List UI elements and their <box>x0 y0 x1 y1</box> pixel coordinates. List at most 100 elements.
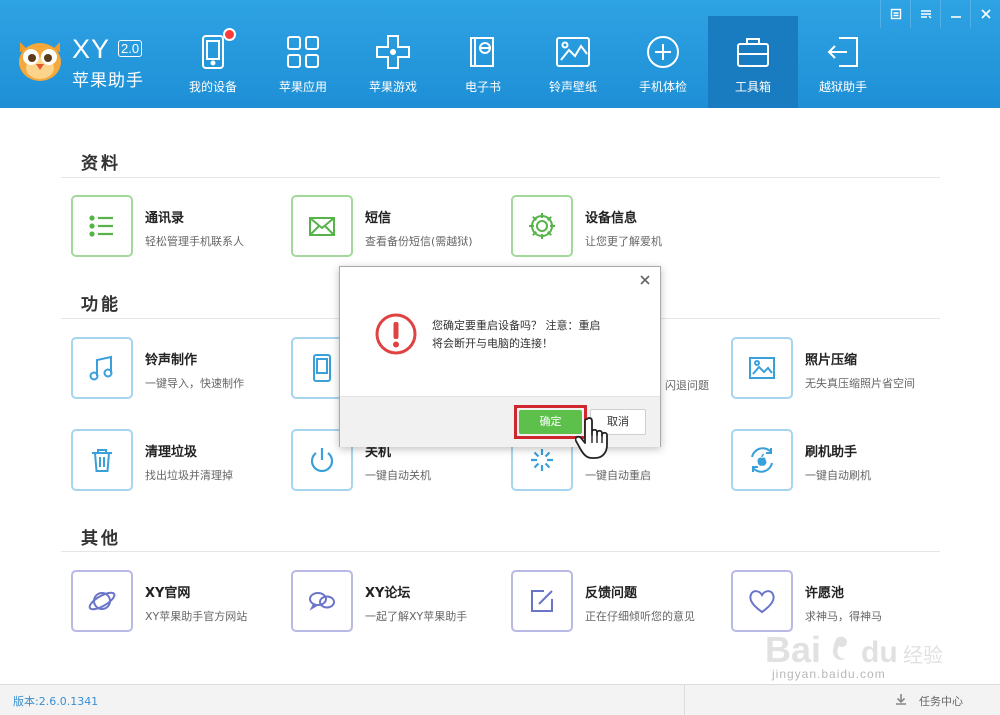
card-title: 清理垃圾 <box>145 445 198 460</box>
gamepad-icon <box>376 35 410 69</box>
svg-text:Bai: Bai <box>765 629 821 670</box>
power-icon <box>310 448 334 473</box>
card-icon-box <box>71 337 133 399</box>
nav-label: 手机体检 <box>638 80 687 94</box>
card-icon-box <box>731 570 793 632</box>
health-check-icon <box>647 36 679 68</box>
nav-toolbox[interactable]: 工具箱 <box>708 16 798 108</box>
chat-bubbles-icon <box>309 592 335 611</box>
nav-ringtone-wallpaper[interactable]: 铃声壁纸 <box>528 24 618 108</box>
close-button[interactable] <box>970 0 1000 28</box>
card-title: XY论坛 <box>365 586 411 601</box>
card-subtitle: 一起了解XY苹果助手 <box>365 610 468 623</box>
card-icon-box <box>291 195 353 257</box>
card-ringtone-maker[interactable]: 铃声制作 一键导入，快速制作 <box>61 337 271 401</box>
xy-owl-logo <box>19 42 61 81</box>
nav-label: 铃声壁纸 <box>548 80 597 94</box>
gear-icon <box>529 213 555 239</box>
nav-label: 越狱助手 <box>818 80 867 94</box>
confirm-button[interactable]: 确定 <box>519 410 582 434</box>
section-divider <box>61 177 940 178</box>
menu-button[interactable] <box>880 0 910 28</box>
card-icon-box <box>71 429 133 491</box>
section-title-functions: 功能 <box>81 295 121 315</box>
app-name: 苹果助手 <box>72 71 144 91</box>
nav-label: 苹果应用 <box>278 80 327 94</box>
watermark-url: jingyan.baidu.com <box>772 667 886 681</box>
nav-ebook[interactable]: 电子书 <box>438 24 528 108</box>
card-subtitle: 闪退问题 <box>665 379 709 392</box>
card-title: 铃声制作 <box>145 353 198 368</box>
task-center-button[interactable]: 任务中心 <box>684 685 1000 715</box>
section-title-data: 资料 <box>81 154 121 174</box>
window-controls <box>880 0 1000 28</box>
card-sms[interactable]: 短信 查看备份短信(需越狱) <box>281 195 491 259</box>
card-xy-website[interactable]: XY官网 XY苹果助手官方网站 <box>61 570 271 634</box>
card-title: 刷机助手 <box>805 445 858 460</box>
card-contacts[interactable]: 通讯录 轻松管理手机联系人 <box>61 195 271 259</box>
card-clean-junk[interactable]: 清理垃圾 找出垃圾并清理掉 <box>61 429 271 493</box>
contacts-list-icon <box>89 215 113 237</box>
card-icon-box <box>71 195 133 257</box>
card-title: 设备信息 <box>585 211 638 226</box>
nav-label: 我的设备 <box>188 80 237 94</box>
version-label: 版本:2.6.0.1341 <box>13 695 99 708</box>
ebook-icon <box>470 37 494 67</box>
card-subtitle: 查看备份短信(需越狱) <box>365 235 473 248</box>
skin-button[interactable] <box>910 0 940 28</box>
planet-icon <box>88 591 116 611</box>
card-subtitle: 一键自动重启 <box>585 469 651 482</box>
card-subtitle: 轻松管理手机联系人 <box>145 235 244 248</box>
card-subtitle: 找出垃圾并清理掉 <box>145 469 233 482</box>
card-subtitle: 一键自动刷机 <box>805 469 871 482</box>
nav-label: 苹果游戏 <box>368 80 417 94</box>
notification-dot <box>223 28 236 41</box>
jailbreak-icon <box>827 37 858 67</box>
dialog-message: 您确定要重启设备吗？ 注意：重启 将会断开与电脑的连接！ <box>432 317 642 353</box>
music-note-icon <box>89 355 113 381</box>
card-icon-box <box>731 337 793 399</box>
nav-my-device[interactable]: 我的设备 <box>168 24 258 108</box>
card-photo-compress[interactable]: 照片压缩 无失真压缩照片省空间 <box>721 337 931 401</box>
apps-grid-icon <box>287 36 319 68</box>
toolbox-icon <box>737 38 769 67</box>
card-wishing-well[interactable]: 许愿池 求神马，得神马 <box>721 570 931 634</box>
hand-cursor-icon <box>575 417 608 459</box>
nav-health-check[interactable]: 手机体检 <box>618 24 708 108</box>
nav-apple-games[interactable]: 苹果游戏 <box>348 24 438 108</box>
card-title: 通讯录 <box>145 211 185 226</box>
card-subtitle: 无失真压缩照片省空间 <box>805 377 915 390</box>
close-icon <box>980 9 991 19</box>
card-subtitle: 正在仔细倾听您的意见 <box>585 610 695 623</box>
edit-icon <box>531 590 553 612</box>
card-icon-box <box>71 570 133 632</box>
card-xy-forum[interactable]: XY论坛 一起了解XY苹果助手 <box>281 570 491 634</box>
card-feedback[interactable]: 反馈问题 正在仔细倾听您的意见 <box>501 570 711 634</box>
card-icon-box <box>511 570 573 632</box>
card-device-info[interactable]: 设备信息 让您更了解爱机 <box>501 195 711 259</box>
card-flash-helper[interactable]: 刷机助手 一键自动刷机 <box>721 429 931 493</box>
status-bar: 版本:2.6.0.1341 任务中心 <box>0 684 1000 715</box>
trash-icon <box>92 449 112 472</box>
flash-apple-icon <box>751 447 773 473</box>
menu-icon <box>890 8 901 20</box>
close-icon[interactable] <box>638 273 652 287</box>
nav-label: 电子书 <box>464 80 501 94</box>
card-icon-box <box>291 570 353 632</box>
card-subtitle: 一键自动关机 <box>365 469 431 482</box>
download-arrow-icon <box>896 694 906 705</box>
card-title: 许愿池 <box>805 586 845 601</box>
phone-icon <box>313 354 331 382</box>
nav-jailbreak[interactable]: 越狱助手 <box>798 24 888 108</box>
card-title: 短信 <box>365 211 392 226</box>
card-subtitle: XY苹果助手官方网站 <box>145 610 248 623</box>
card-subtitle: 让您更了解爱机 <box>585 235 662 248</box>
alert-icon <box>375 313 417 355</box>
brand-xy: XY <box>72 34 111 64</box>
card-title: 反馈问题 <box>585 586 638 601</box>
nav-apple-apps[interactable]: 苹果应用 <box>258 24 348 108</box>
minimize-icon <box>950 16 961 18</box>
skin-icon <box>920 10 931 19</box>
minimize-button[interactable] <box>940 0 970 28</box>
section-title-other: 其他 <box>81 529 121 549</box>
